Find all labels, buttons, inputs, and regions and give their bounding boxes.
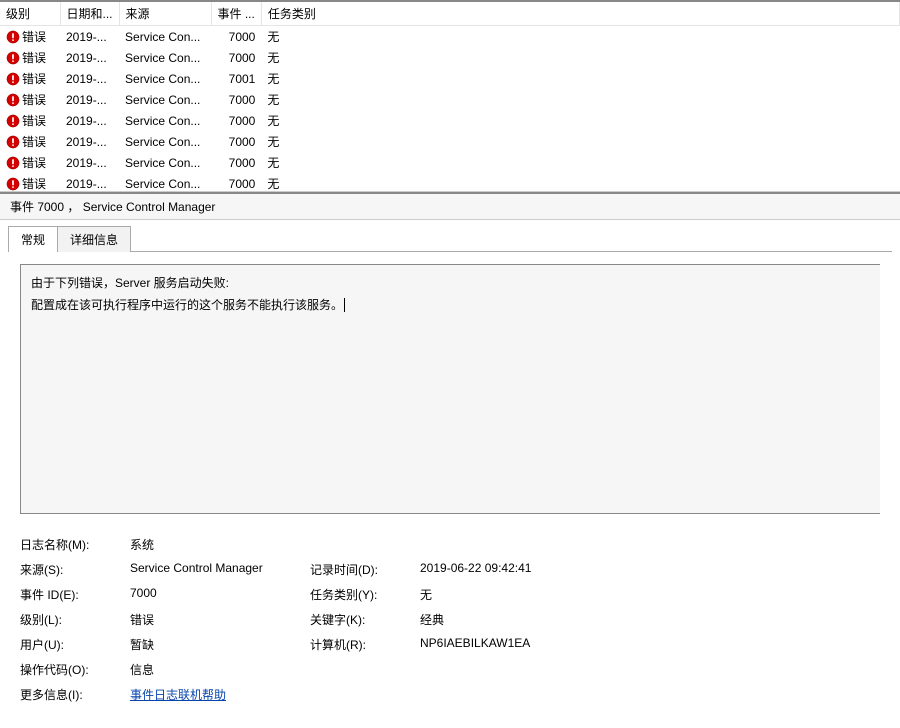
- label-eventid: 事件 ID(E):: [20, 586, 130, 603]
- event-message-line1: 由于下列错误，Server 服务启动失败:: [31, 273, 870, 295]
- cell-cat: 无: [261, 131, 899, 152]
- col-eventid[interactable]: 事件 ...: [211, 2, 261, 26]
- cell-date: 2019-...: [60, 173, 119, 192]
- tab-general[interactable]: 常规: [8, 226, 58, 252]
- cell-date: 2019-...: [60, 47, 119, 68]
- cell-eventid: 7000: [211, 47, 261, 68]
- label-keywords: 关键字(K):: [310, 611, 420, 628]
- value-opcode: 信息: [130, 661, 310, 678]
- error-icon: [6, 156, 20, 170]
- cell-date: 2019-...: [60, 110, 119, 131]
- cell-source: Service Con...: [119, 131, 211, 152]
- cell-level: 错误: [22, 51, 46, 65]
- value-keywords: 经典: [420, 611, 880, 628]
- table-row[interactable]: 错误 2019-...Service Con...7000无: [0, 131, 900, 152]
- label-opcode: 操作代码(O):: [20, 661, 130, 678]
- table-row[interactable]: 错误 2019-...Service Con...7000无: [0, 173, 900, 192]
- cell-date: 2019-...: [60, 68, 119, 89]
- error-icon: [6, 114, 20, 128]
- cell-cat: 无: [261, 110, 899, 131]
- label-source: 来源(S):: [20, 561, 130, 578]
- value-logname: 系统: [130, 536, 310, 553]
- cell-level: 错误: [22, 156, 46, 170]
- cell-cat: 无: [261, 173, 899, 192]
- cell-eventid: 7000: [211, 89, 261, 110]
- label-user: 用户(U):: [20, 636, 130, 653]
- cell-cat: 无: [261, 89, 899, 110]
- event-message: 由于下列错误，Server 服务启动失败: 配置成在该可执行程序中运行的这个服务…: [20, 264, 880, 514]
- value-level: 错误: [130, 611, 310, 628]
- value-category: 无: [420, 586, 880, 603]
- table-row[interactable]: 错误 2019-...Service Con...7000无: [0, 26, 900, 48]
- value-computer: NP6IAEBILKAW1EA: [420, 636, 880, 653]
- label-logged: 记录时间(D):: [310, 561, 420, 578]
- cell-cat: 无: [261, 68, 899, 89]
- cell-level: 错误: [22, 93, 46, 107]
- cell-cat: 无: [261, 47, 899, 68]
- cell-eventid: 7000: [211, 26, 261, 48]
- detail-pane: 事件 7000 ， Service Control Manager 常规详细信息…: [0, 192, 900, 717]
- cell-source: Service Con...: [119, 110, 211, 131]
- cell-source: Service Con...: [119, 47, 211, 68]
- cell-source: Service Con...: [119, 173, 211, 192]
- cell-date: 2019-...: [60, 131, 119, 152]
- value-eventid: 7000: [130, 586, 310, 603]
- cell-source: Service Con...: [119, 26, 211, 48]
- event-table[interactable]: 级别 日期和... 来源 事件 ... 任务类别 错误2019-...Servi…: [0, 2, 900, 192]
- cell-eventid: 7001: [211, 68, 261, 89]
- cell-source: Service Con...: [119, 68, 211, 89]
- table-row[interactable]: 错误 2019-...Service Con...7000无: [0, 47, 900, 68]
- table-row[interactable]: 错误 2019-...Service Con...7000无: [0, 89, 900, 110]
- error-icon: [6, 93, 20, 107]
- event-message-line2: 配置成在该可执行程序中运行的这个服务不能执行该服务。: [31, 295, 870, 317]
- label-moreinfo: 更多信息(I):: [20, 686, 130, 703]
- cell-eventid: 7000: [211, 152, 261, 173]
- cell-level: 错误: [22, 72, 46, 86]
- col-category[interactable]: 任务类别: [261, 2, 899, 26]
- col-source[interactable]: 来源: [119, 2, 211, 26]
- link-online-help[interactable]: 事件日志联机帮助: [130, 688, 226, 702]
- label-category: 任务类别(Y):: [310, 586, 420, 603]
- table-row[interactable]: 错误 2019-...Service Con...7000无: [0, 110, 900, 131]
- error-icon: [6, 177, 20, 191]
- cell-level: 错误: [22, 135, 46, 149]
- tab-strip: 常规详细信息 由于下列错误，Server 服务启动失败: 配置成在该可执行程序中…: [0, 220, 900, 717]
- cell-eventid: 7000: [211, 110, 261, 131]
- label-logname: 日志名称(M):: [20, 536, 130, 553]
- tab-details[interactable]: 详细信息: [57, 226, 131, 252]
- error-icon: [6, 72, 20, 86]
- value-source: Service Control Manager: [130, 561, 310, 578]
- cell-source: Service Con...: [119, 152, 211, 173]
- col-date[interactable]: 日期和...: [60, 2, 119, 26]
- table-header-row[interactable]: 级别 日期和... 来源 事件 ... 任务类别: [0, 2, 900, 26]
- label-level: 级别(L):: [20, 611, 130, 628]
- cell-date: 2019-...: [60, 89, 119, 110]
- cell-level: 错误: [22, 177, 46, 191]
- value-logged: 2019-06-22 09:42:41: [420, 561, 880, 578]
- detail-title: 事件 7000 ， Service Control Manager: [0, 194, 900, 220]
- col-level[interactable]: 级别: [0, 2, 60, 26]
- cell-level: 错误: [22, 30, 46, 44]
- table-row[interactable]: 错误 2019-...Service Con...7001无: [0, 68, 900, 89]
- cell-level: 错误: [22, 114, 46, 128]
- error-icon: [6, 135, 20, 149]
- cell-date: 2019-...: [60, 152, 119, 173]
- cell-date: 2019-...: [60, 26, 119, 48]
- cell-eventid: 7000: [211, 131, 261, 152]
- cell-cat: 无: [261, 152, 899, 173]
- cell-source: Service Con...: [119, 89, 211, 110]
- tab-panel-general: 由于下列错误，Server 服务启动失败: 配置成在该可执行程序中运行的这个服务…: [8, 251, 892, 717]
- error-icon: [6, 51, 20, 65]
- event-fields: 日志名称(M): 系统 来源(S): Service Control Manag…: [20, 532, 880, 707]
- cell-eventid: 7000: [211, 173, 261, 192]
- error-icon: [6, 30, 20, 44]
- value-user: 暂缺: [130, 636, 310, 653]
- table-row[interactable]: 错误 2019-...Service Con...7000无: [0, 152, 900, 173]
- cell-cat: 无: [261, 26, 899, 48]
- label-computer: 计算机(R):: [310, 636, 420, 653]
